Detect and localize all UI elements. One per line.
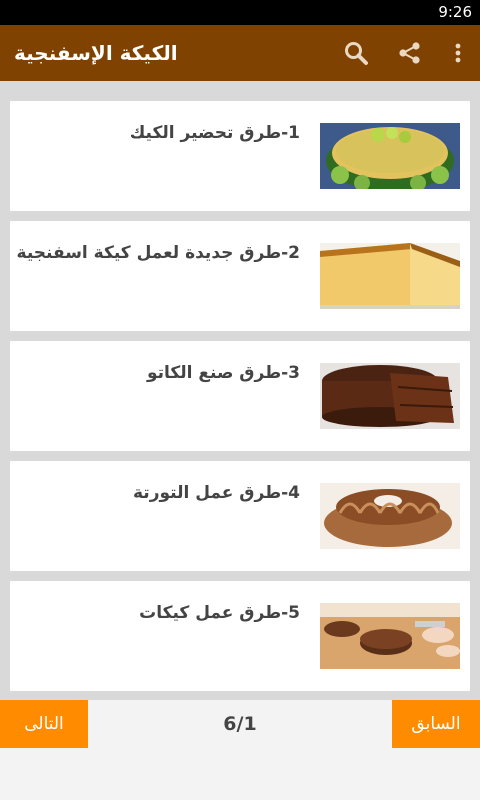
overflow-menu-icon[interactable] <box>442 37 474 69</box>
previous-button[interactable]: السابق <box>392 700 480 748</box>
list-item[interactable]: 3-طرق صنع الكاتو <box>10 341 470 451</box>
search-icon[interactable] <box>340 37 372 69</box>
list-item[interactable]: 5-طرق عمل كيكات <box>10 581 470 691</box>
share-icon[interactable] <box>394 37 426 69</box>
list-item[interactable]: 4-طرق عمل التورتة <box>10 461 470 571</box>
chocolate-cake-image <box>320 363 460 429</box>
pagination-bar: التالى 6/1 السابق <box>0 700 480 800</box>
list-item[interactable]: 1-طرق تحضير الكيك <box>10 101 470 211</box>
status-time: 9:26 <box>438 3 472 21</box>
app-title: الكيكة الإسفنجية <box>14 41 178 65</box>
article-list: 1-طرق تحضير الكيك 2-طرق جديدة لعمل كيكة … <box>0 81 480 700</box>
list-item-label: 3-طرق صنع الكاتو <box>146 363 300 383</box>
list-item-label: 4-طرق عمل التورتة <box>133 483 300 503</box>
list-item-label: 1-طرق تحضير الكيك <box>129 123 300 143</box>
status-bar: 9:26 <box>0 0 480 25</box>
cake-slicing-image <box>320 603 460 669</box>
action-bar: الكيكة الإسفنجية <box>0 25 480 81</box>
bundt-cake-image <box>320 483 460 549</box>
list-item-label: 5-طرق عمل كيكات <box>139 603 300 623</box>
sponge-cake-image <box>320 243 460 309</box>
list-item[interactable]: 2-طرق جديدة لعمل كيكة اسفنجية <box>10 221 470 331</box>
lime-cake-image <box>320 123 460 189</box>
list-item-label: 2-طرق جديدة لعمل كيكة اسفنجية <box>16 243 300 263</box>
